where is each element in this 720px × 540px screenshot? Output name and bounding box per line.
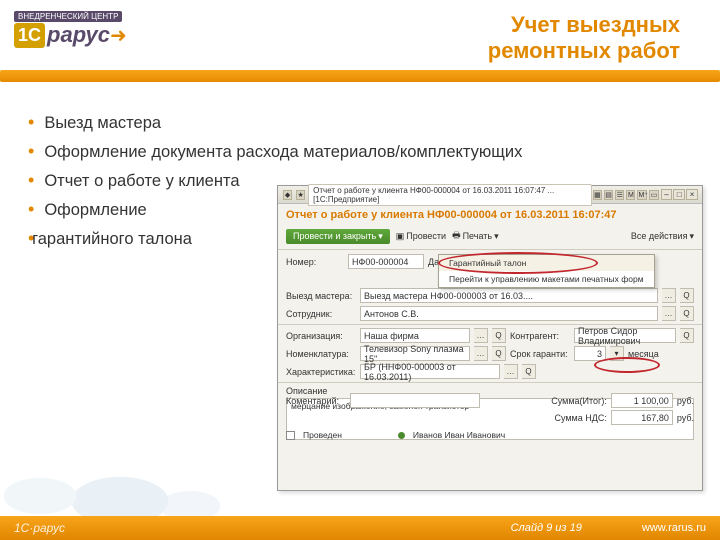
characteristic-label: Характеристика: — [286, 367, 356, 377]
number-label: Номер: — [286, 257, 344, 267]
nomenclature-field[interactable]: Телевизор Sony плазма 15'' — [360, 346, 470, 361]
star-icon[interactable]: ★ — [296, 190, 305, 200]
titlebar[interactable]: ◆ ★ Отчет о работе у клиента НФ00-000004… — [278, 186, 702, 204]
open-button[interactable]: Q — [522, 364, 536, 379]
slide-footer: 1С·рарус Слайд 9 из 19 www.rarus.ru — [0, 516, 720, 540]
toolbar-icon[interactable]: M — [626, 190, 635, 200]
post-and-close-button[interactable]: Провести и закрыть▾ — [286, 229, 390, 244]
user-icon — [398, 432, 405, 439]
logo-1c: 1С — [14, 23, 45, 48]
logo-arrow-icon: ➜ — [110, 23, 127, 48]
doc-toolbar: Провести и закрыть▾ ▣Провести 🖶Печать▾ В… — [278, 226, 702, 250]
print-button[interactable]: 🖶Печать▾ — [452, 228, 499, 244]
contractor-field[interactable]: Петров Сидор Владимирович — [574, 328, 676, 343]
minimize-button[interactable]: – — [661, 189, 673, 200]
open-button[interactable]: Q — [680, 306, 694, 321]
chevron-down-icon: ▾ — [378, 231, 383, 242]
window-tab[interactable]: Отчет о работе у клиента НФ00-000004 от … — [308, 184, 592, 206]
visit-field[interactable]: Выезд мастера НФ00-000003 от 16.03.... — [360, 288, 658, 303]
currency: руб. — [677, 396, 694, 406]
select-button[interactable]: … — [474, 346, 488, 361]
toolbar-icon[interactable]: ▭ — [649, 190, 658, 200]
all-actions-button[interactable]: Все действия▾ — [631, 231, 694, 242]
post-icon: ▣ — [396, 231, 405, 242]
document-title: Отчет о работе у клиента НФ00-000004 от … — [278, 204, 702, 226]
popup-item-templates[interactable]: Перейти к управлению макетами печатных ф… — [439, 271, 654, 287]
contractor-label: Контрагент: — [510, 331, 570, 341]
comment-field[interactable] — [350, 393, 480, 408]
employee-field[interactable]: Антонов С.В. — [360, 306, 658, 321]
posted-label: Проведен — [303, 430, 342, 440]
page-number: Слайд 9 из 19 — [511, 522, 582, 534]
chevron-down-icon: ▾ — [689, 231, 694, 242]
sum-field[interactable]: 1 100,00 — [611, 393, 673, 408]
toolbar-icon[interactable]: ☰ — [615, 190, 624, 200]
visit-label: Выезд мастера: — [286, 291, 356, 301]
logo-rarus: рарус — [47, 22, 110, 48]
close-button[interactable]: × — [686, 189, 698, 200]
logo-subtitle: ВНЕДРЕНЧЕСКИЙ ЦЕНТР — [14, 11, 122, 22]
open-button[interactable]: Q — [680, 288, 694, 303]
divider-bar — [0, 70, 720, 82]
app-window: ◆ ★ Отчет о работе у клиента НФ00-000004… — [277, 185, 703, 491]
vat-label: Сумма НДС: — [554, 413, 606, 423]
maximize-button[interactable]: □ — [673, 189, 685, 200]
chevron-down-icon: ▾ — [494, 231, 499, 242]
org-field[interactable]: Наша фирма — [360, 328, 470, 343]
org-label: Организация: — [286, 331, 356, 341]
toolbar-icon[interactable]: ▤ — [604, 190, 613, 200]
currency: руб. — [677, 413, 694, 423]
sum-label: Сумма(Итог): — [551, 396, 607, 406]
select-button[interactable]: … — [504, 364, 518, 379]
open-button[interactable]: Q — [680, 328, 694, 343]
clouds-decoration — [0, 426, 230, 516]
highlight-ring — [438, 252, 598, 274]
toolbar-icon[interactable]: ▦ — [593, 190, 602, 200]
toolbar-icon[interactable]: M⁺ — [637, 190, 647, 200]
open-button[interactable]: Q — [492, 328, 506, 343]
user-name: Иванов Иван Иванович — [413, 430, 505, 440]
open-button[interactable]: Q — [492, 346, 506, 361]
home-icon[interactable]: ◆ — [283, 190, 292, 200]
warranty-label: Срок гаранти: — [510, 349, 570, 359]
select-button[interactable]: … — [474, 328, 488, 343]
select-button[interactable]: … — [662, 288, 676, 303]
bullet-item: Выезд мастера — [28, 112, 522, 133]
employee-label: Сотрудник: — [286, 309, 356, 319]
print-icon: 🖶 — [452, 228, 461, 244]
characteristic-field[interactable]: БР (ННФ00-000003 от 16.03.2011) — [360, 364, 500, 379]
vat-field[interactable]: 167,80 — [611, 410, 673, 425]
footer-logo: 1С·рарус — [14, 521, 65, 535]
slide-title: Учет выездных ремонтных работ — [488, 12, 680, 65]
select-button[interactable]: … — [662, 306, 676, 321]
nomenclature-label: Номенклатура: — [286, 349, 356, 359]
comment-label: Коментарий: — [286, 396, 346, 406]
footer-url: www.rarus.ru — [642, 522, 706, 534]
bullet-item: Оформление документа расхода материалов/… — [28, 141, 522, 162]
logo: ВНЕДРЕНЧЕСКИЙ ЦЕНТР 1С рарус ➜ — [14, 10, 127, 48]
post-button[interactable]: ▣Провести — [396, 231, 446, 242]
posted-flag-icon — [286, 431, 295, 440]
highlight-ring — [594, 357, 660, 373]
number-field[interactable]: НФ00-000004 — [348, 254, 424, 269]
